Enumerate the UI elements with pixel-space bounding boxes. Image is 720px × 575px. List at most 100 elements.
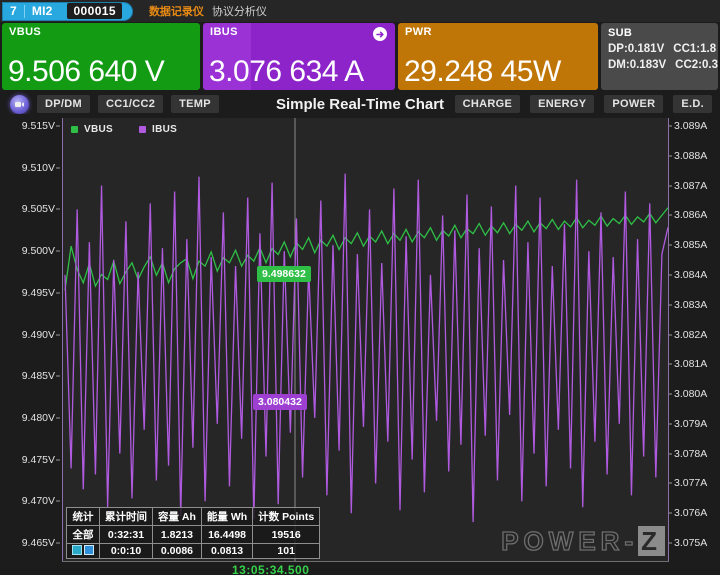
device-pill[interactable]: 7 MI2 000015: [2, 1, 133, 21]
axis-tick-label: 9.495V: [21, 286, 55, 299]
select-range-icon[interactable]: [72, 545, 82, 555]
stats-header-4: 计数 Points: [252, 507, 321, 526]
power-z-watermark: POWER- Z: [501, 525, 665, 557]
axis-tick-label: 9.515V: [21, 120, 55, 132]
axis-tick-label: 3.081A: [674, 358, 708, 371]
legend-label-ibus: IBUS: [151, 124, 178, 135]
measurement-cards: VBUS 9.506 640 V IBUS 3.076 634 A PWR 29…: [0, 23, 720, 90]
button-temp[interactable]: TEMP: [171, 95, 219, 113]
button-power[interactable]: POWER: [604, 95, 664, 113]
legend-item-ibus: IBUS: [138, 124, 178, 135]
axis-tick-mark: [56, 125, 60, 127]
axis-tick-mark: [56, 542, 60, 544]
axis-tick-label: 9.510V: [21, 161, 55, 174]
axis-tick-label: 3.086A: [674, 209, 708, 222]
axis-tick-label: 3.080A: [674, 388, 708, 401]
card-sub-label: SUB: [608, 27, 633, 39]
stats-row0-points: 19516: [252, 525, 321, 544]
stats-row1-time: 0:0:10: [99, 543, 153, 559]
axis-tick-label: 3.084A: [674, 268, 708, 281]
axis-tick-label: 3.079A: [674, 417, 708, 430]
stats-row1-name[interactable]: [66, 543, 100, 559]
stats-row0-name: 全部: [66, 525, 100, 544]
y-axis-left: 9.515V 9.510V 9.505V 9.500V 9.495V 9.490V 9.48…: [0, 118, 60, 561]
chart-area: 9.515V 9.510V 9.505V 9.500V 9.495V 9.490V 9.48…: [0, 114, 720, 575]
card-ibus[interactable]: IBUS 3.076 634 A: [203, 23, 395, 90]
sub-cc2-value: CC2:0.3: [675, 59, 718, 71]
record-icon[interactable]: [10, 94, 29, 114]
stats-row0-energy: 16.4498: [200, 525, 254, 544]
button-cc1-cc2[interactable]: CC1/CC2: [97, 95, 164, 113]
table-row[interactable]: 0:0:10 0.0086 0.0813 101: [66, 543, 321, 559]
legend-dot-vbus: [71, 126, 78, 133]
card-pwr[interactable]: PWR 29.248 45W: [398, 23, 598, 90]
card-ibus-label: IBUS: [210, 26, 238, 38]
tab-protocol-analyzer[interactable]: 协议分析仪: [212, 3, 267, 19]
stats-row1-capacity: 0.0086: [152, 543, 202, 559]
card-sub-row-1: DP:0.181V CC1:1.8: [608, 43, 718, 55]
sub-cc1-value: CC1:1.8: [673, 43, 717, 55]
card-sub[interactable]: SUB DP:0.181V CC1:1.8 DM:0.183V CC2:0.3: [601, 23, 718, 90]
axis-tick-label: 3.077A: [674, 477, 708, 490]
axis-tick-mark: [56, 167, 60, 169]
chart-legend: VBUS IBUS: [71, 124, 203, 135]
power-z-app: 7 MI2 000015 数据记录仪 协议分析仪 VBUS 9.506 640 …: [0, 0, 720, 575]
card-sub-row-2: DM:0.183V CC2:0.3: [608, 59, 718, 71]
button-energy[interactable]: ENERGY: [530, 95, 595, 113]
y-axis-right: 3.089A 3.088A 3.087A 3.086A 3.085A 3.084A 3.08…: [668, 118, 720, 561]
axis-tick-label: 3.087A: [674, 179, 708, 192]
tab-data-recorder[interactable]: 数据记录仪: [149, 3, 204, 19]
stats-row0-capacity: 1.8213: [152, 525, 202, 544]
table-row[interactable]: 全部 0:32:31 1.8213 16.4498 19516: [66, 525, 321, 544]
axis-tick-label: 3.088A: [674, 149, 708, 162]
axis-tick-label: 3.083A: [674, 298, 708, 311]
plot-canvas[interactable]: VBUS IBUS 9.498632 3.080432: [62, 118, 669, 561]
axis-tick-label: 9.490V: [21, 328, 55, 341]
axis-tick-label: 9.480V: [21, 411, 55, 424]
card-vbus-label: VBUS: [9, 26, 42, 38]
button-dp-dm[interactable]: DP/DM: [37, 95, 90, 113]
sub-dp-value: DP:0.181V: [608, 43, 665, 55]
axis-tick-label: 3.078A: [674, 447, 708, 460]
card-vbus[interactable]: VBUS 9.506 640 V: [2, 23, 200, 90]
series-line: [64, 173, 668, 523]
marker-square-icon[interactable]: [84, 545, 94, 555]
axis-tick-label: 9.500V: [21, 245, 55, 258]
x-axis-timestamp: 13:05:34.500: [232, 563, 310, 575]
cursor-label-ibus: 3.080432: [253, 394, 307, 410]
stats-header-row: 统计 累计时间 容量 Ah 能量 Wh 计数 Points: [66, 507, 321, 526]
x-axis-line: [62, 561, 669, 562]
stats-header-3: 能量 Wh: [200, 507, 254, 526]
button-ed[interactable]: E.D.: [673, 95, 712, 113]
axis-tick-label: 3.089A: [674, 120, 708, 132]
axis-tick-label: 3.082A: [674, 328, 708, 341]
stats-row1-points: 101: [252, 543, 321, 559]
axis-tick-mark: [56, 459, 60, 461]
arrow-right-circle-icon[interactable]: [373, 27, 387, 41]
cursor-label-vbus: 9.498632: [257, 266, 311, 282]
legend-dot-ibus: [138, 126, 146, 133]
card-ibus-value: 3.076 634 A: [209, 55, 364, 88]
axis-tick-label: 3.076A: [674, 507, 708, 520]
button-charge[interactable]: CHARGE: [454, 95, 521, 113]
sub-dm-value: DM:0.183V: [608, 59, 667, 71]
axis-tick-mark: [56, 208, 60, 210]
device-model: MI2: [31, 4, 53, 18]
axis-tick-label: 3.075A: [674, 537, 708, 549]
card-pwr-value: 29.248 45W: [404, 55, 561, 88]
axis-tick-label: 9.505V: [21, 203, 55, 216]
device-serial: 000015: [67, 3, 122, 19]
axis-tick-mark: [56, 250, 60, 252]
axis-tick-label: 3.085A: [674, 239, 708, 252]
chart-toolbar: DP/DM CC1/CC2 TEMP Simple Real-Time Char…: [0, 92, 720, 116]
toolbar-right-group: CHARGE ENERGY POWER E.D.: [445, 95, 720, 113]
channel-number: 7: [10, 4, 17, 18]
axis-tick-mark: [56, 375, 60, 377]
watermark-z: Z: [638, 526, 665, 556]
axis-tick-mark: [56, 292, 60, 294]
axis-tick-label: 9.475V: [21, 453, 55, 466]
stats-row0-time: 0:32:31: [99, 525, 153, 544]
titlebar: 7 MI2 000015 数据记录仪 协议分析仪: [0, 0, 720, 22]
card-pwr-label: PWR: [405, 26, 432, 38]
stats-header-1: 累计时间: [99, 507, 153, 526]
